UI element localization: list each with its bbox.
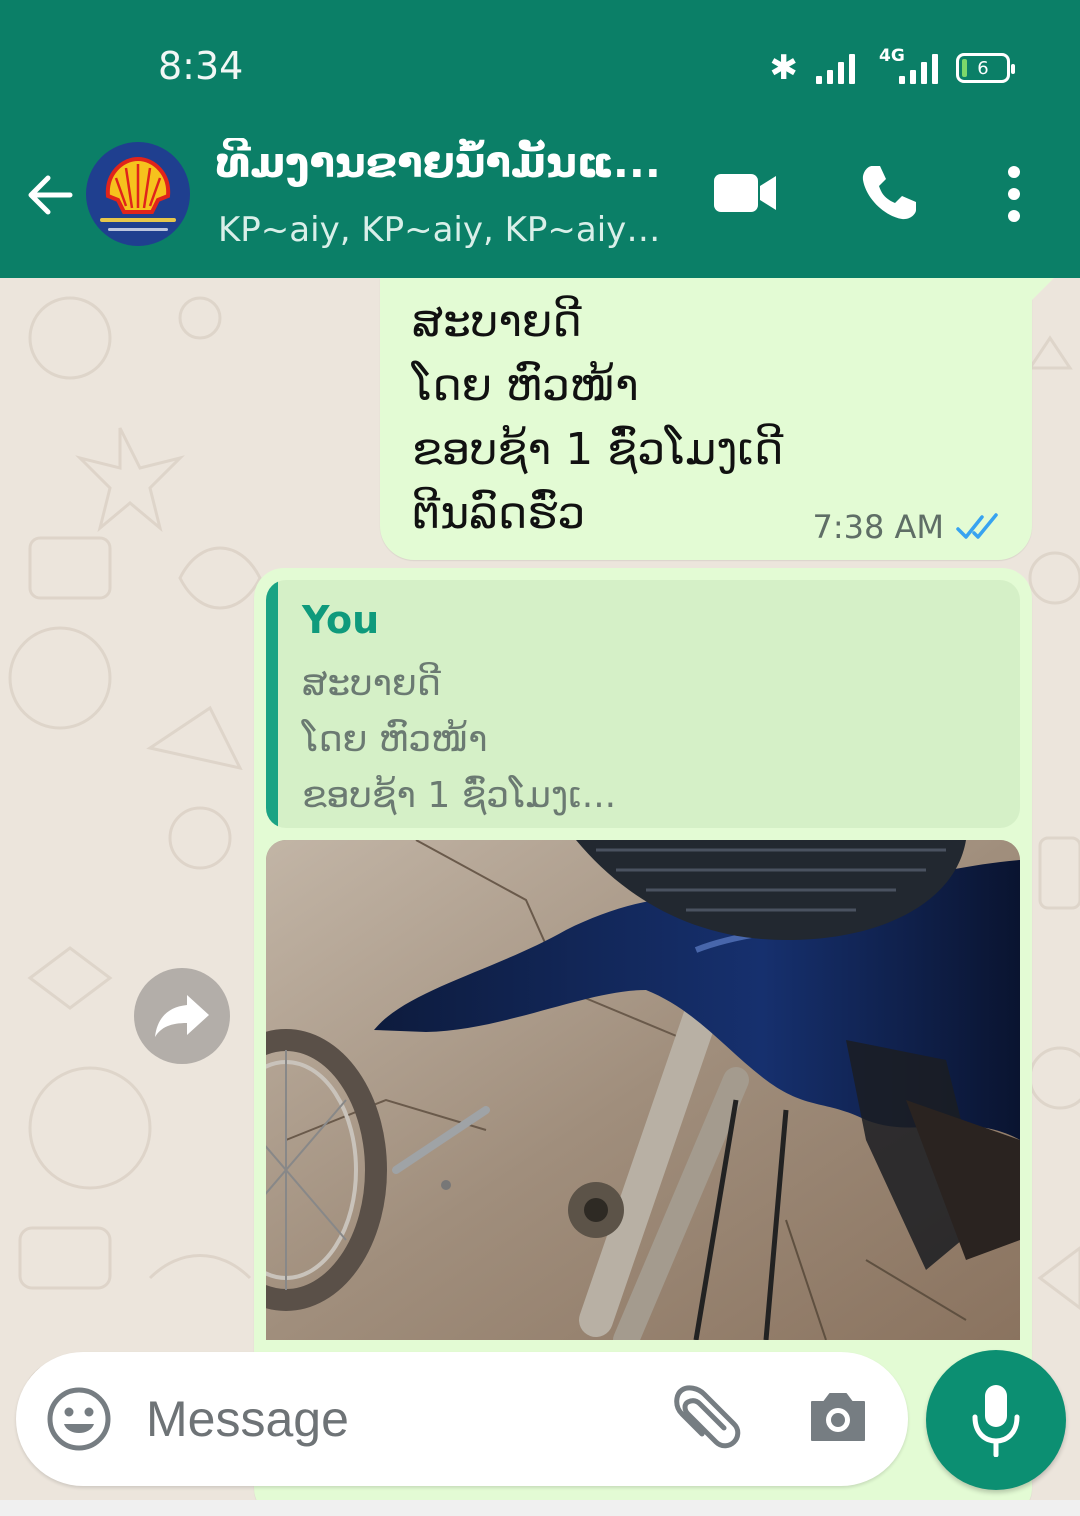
status-time: 8:34 [158, 44, 244, 88]
shell-logo-icon [105, 156, 171, 214]
network-type-label: 4G [879, 46, 905, 66]
mic-button[interactable] [926, 1350, 1066, 1490]
emoji-icon[interactable] [46, 1386, 112, 1452]
outgoing-message[interactable]: ສະບາຍດີ ໂດຍ ຫົວໜ້າ ຂອບຊ້າ 1 ຊົ່ວໂມງເດີ ຕ… [380, 278, 1054, 560]
more-options-icon[interactable] [998, 164, 1030, 224]
attached-photo[interactable] [266, 840, 1020, 1340]
system-navigation-bar [0, 1500, 1080, 1516]
forward-button[interactable] [134, 968, 230, 1064]
camera-icon[interactable] [806, 1384, 870, 1448]
video-call-icon[interactable] [712, 168, 778, 218]
message-meta: 7:38 AM [812, 508, 1006, 546]
status-bar: 8:34 ✱ 4G 6 [0, 0, 1080, 130]
voice-call-icon[interactable] [858, 162, 920, 224]
signal-icon [816, 52, 855, 84]
group-avatar[interactable] [86, 142, 190, 246]
quote-text: ສະບາຍດີ ໂດຍ ຫົວໜ້າ ຂອບຊ້າ 1 ຊົ່ວໂມງເ... [302, 663, 617, 816]
status-icons: ✱ 4G 6 [769, 46, 1015, 90]
chat-participants[interactable]: KP~aiy, KP~aiy, KP~aiy,... [218, 210, 668, 250]
mobile-data-icon: 4G [873, 46, 938, 84]
forward-icon [155, 995, 209, 1037]
double-check-icon [956, 513, 998, 539]
battery-icon: 6 [956, 53, 1015, 83]
message-input[interactable] [146, 1382, 646, 1456]
back-arrow-icon[interactable] [20, 166, 78, 224]
chat-messages[interactable]: ສະບາຍດີ ໂດຍ ຫົວໜ້າ ຂອບຊ້າ 1 ຊົ່ວໂມງເດີ ຕ… [0, 278, 1080, 1500]
message-time: 7:38 AM [812, 508, 944, 546]
chat-header: 8:34 ✱ 4G 6 ທີມງານຂາຍນ້ຳມັນແ... KP~aiy, … [0, 0, 1080, 278]
chat-title[interactable]: ທີມງານຂາຍນ້ຳມັນແ... [216, 138, 676, 187]
message-composer [16, 1352, 908, 1486]
attach-icon[interactable] [672, 1384, 742, 1454]
mic-icon [972, 1385, 1020, 1457]
quote-author: You [302, 598, 380, 642]
message-text: ສະບາຍດີ ໂດຍ ຫົວໜ້າ ຂອບຊ້າ 1 ຊົ່ວໂມງເດີ ຕ… [412, 296, 784, 539]
bluetooth-icon: ✱ [769, 48, 799, 88]
quoted-message[interactable]: You ສະບາຍດີ ໂດຍ ຫົວໜ້າ ຂອບຊ້າ 1 ຊົ່ວໂມງເ… [266, 580, 1020, 828]
battery-level: 6 [977, 57, 989, 79]
